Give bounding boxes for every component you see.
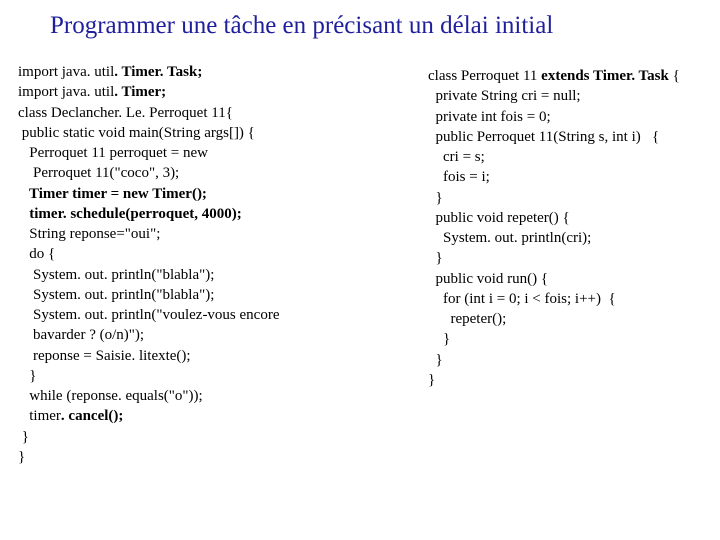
code-line: timer. cancel(); bbox=[18, 406, 428, 426]
code-line: private String cri = null; bbox=[428, 86, 706, 106]
code-right-column: class Perroquet 11 extends Timer. Task {… bbox=[428, 62, 706, 467]
code-line: } bbox=[428, 248, 706, 268]
code-line: } bbox=[18, 427, 428, 447]
code-line: public void repeter() { bbox=[428, 208, 706, 228]
code-line: String reponse="oui"; bbox=[18, 224, 428, 244]
code-left-column: import java. util. Timer. Task; import j… bbox=[18, 62, 428, 467]
code-line: System. out. println(cri); bbox=[428, 228, 706, 248]
code-line: fois = i; bbox=[428, 167, 706, 187]
code-line: } bbox=[428, 370, 706, 390]
code-line: Perroquet 11("coco", 3); bbox=[18, 163, 428, 183]
code-line: cri = s; bbox=[428, 147, 706, 167]
code-line: for (int i = 0; i < fois; i++) { bbox=[428, 289, 706, 309]
code-line: } bbox=[428, 350, 706, 370]
code-line: } bbox=[18, 447, 428, 467]
code-line: timer. schedule(perroquet, 4000); bbox=[18, 204, 428, 224]
code-line: import java. util. Timer; bbox=[18, 82, 428, 102]
slide: Programmer une tâche en précisant un dél… bbox=[0, 0, 720, 540]
code-line: public static void main(String args[]) { bbox=[18, 123, 428, 143]
code-line: class Declancher. Le. Perroquet 11{ bbox=[18, 103, 428, 123]
code-line: import java. util. Timer. Task; bbox=[18, 62, 428, 82]
content-area: import java. util. Timer. Task; import j… bbox=[0, 40, 720, 467]
code-line: System. out. println("blabla"); bbox=[18, 265, 428, 285]
code-line: Timer timer = new Timer(); bbox=[18, 184, 428, 204]
code-line: System. out. println("blabla"); bbox=[18, 285, 428, 305]
code-line: do { bbox=[18, 244, 428, 264]
code-line: repeter(); bbox=[428, 309, 706, 329]
code-line: bavarder ? (o/n)"); bbox=[18, 325, 428, 345]
slide-title: Programmer une tâche en précisant un dél… bbox=[0, 0, 720, 40]
code-line: } bbox=[18, 366, 428, 386]
code-line: Perroquet 11 perroquet = new bbox=[18, 143, 428, 163]
code-line: private int fois = 0; bbox=[428, 107, 706, 127]
code-line: } bbox=[428, 188, 706, 208]
code-line: reponse = Saisie. litexte(); bbox=[18, 346, 428, 366]
code-line: public Perroquet 11(String s, int i) { bbox=[428, 127, 706, 147]
code-line: class Perroquet 11 extends Timer. Task { bbox=[428, 66, 706, 86]
code-line: while (reponse. equals("o")); bbox=[18, 386, 428, 406]
code-line: public void run() { bbox=[428, 269, 706, 289]
code-line: } bbox=[428, 329, 706, 349]
code-line: System. out. println("voulez-vous encore bbox=[18, 305, 428, 325]
